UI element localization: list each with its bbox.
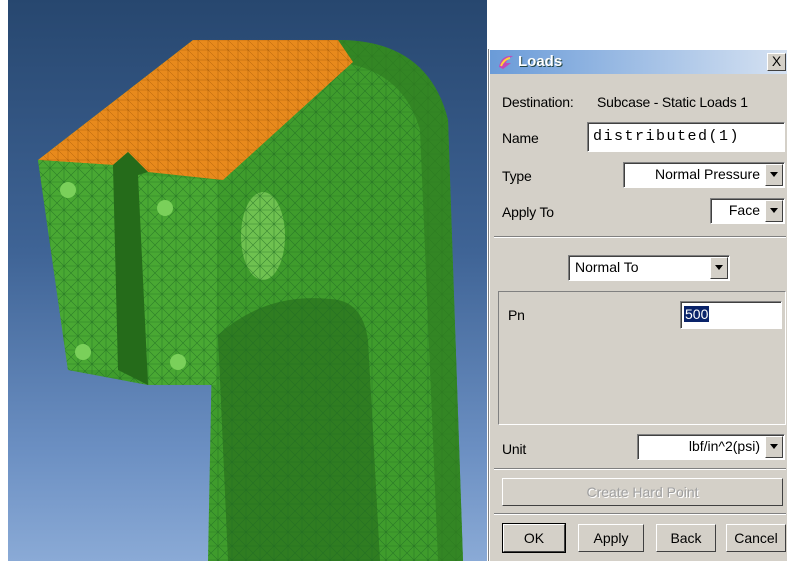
- application-window: Loads X Destination: Subcase - Static Lo…: [0, 0, 787, 561]
- separator: [494, 236, 786, 238]
- type-select[interactable]: Normal Pressure: [623, 162, 785, 188]
- destination-value: Subcase - Static Loads 1: [597, 94, 748, 110]
- unit-select-value: lbf/in^2(psi): [688, 438, 760, 454]
- unit-select[interactable]: lbf/in^2(psi): [637, 434, 785, 460]
- loads-app-icon: [499, 55, 513, 69]
- close-button[interactable]: X: [767, 53, 786, 71]
- name-field[interactable]: distributed(1): [587, 122, 785, 152]
- apply-to-select-value: Face: [728, 202, 760, 218]
- separator: [494, 468, 786, 470]
- destination-label: Destination:: [502, 94, 574, 110]
- direction-select[interactable]: Normal To: [568, 255, 730, 281]
- dialog-title: Loads: [518, 53, 563, 70]
- pn-field[interactable]: 500: [680, 301, 782, 329]
- type-label: Type: [502, 168, 532, 184]
- loads-dialog: Loads X Destination: Subcase - Static Lo…: [489, 49, 787, 561]
- chevron-down-icon[interactable]: [710, 257, 728, 279]
- create-hard-point-button[interactable]: Create Hard Point: [502, 478, 783, 506]
- load-values-panel: Pn 500: [498, 291, 786, 425]
- separator: [494, 513, 786, 515]
- cancel-button[interactable]: Cancel: [726, 524, 786, 552]
- 3d-viewport[interactable]: [8, 0, 487, 561]
- apply-to-select[interactable]: Face: [710, 198, 785, 224]
- pn-label: Pn: [508, 307, 525, 323]
- pn-field-value: 500: [684, 306, 710, 322]
- dialog-titlebar[interactable]: Loads X: [490, 50, 787, 74]
- mesh-model: [38, 40, 463, 561]
- chevron-down-icon[interactable]: [765, 164, 783, 186]
- unit-label: Unit: [502, 441, 527, 457]
- chevron-down-icon[interactable]: [765, 436, 783, 458]
- name-field-value: distributed(1): [593, 128, 741, 145]
- chevron-down-icon[interactable]: [765, 200, 783, 222]
- name-label: Name: [502, 130, 539, 146]
- direction-select-value: Normal To: [575, 259, 639, 275]
- back-button[interactable]: Back: [656, 524, 716, 552]
- apply-to-label: Apply To: [502, 204, 554, 220]
- apply-button[interactable]: Apply: [578, 524, 644, 552]
- type-select-value: Normal Pressure: [654, 166, 760, 182]
- ok-button[interactable]: OK: [502, 523, 566, 553]
